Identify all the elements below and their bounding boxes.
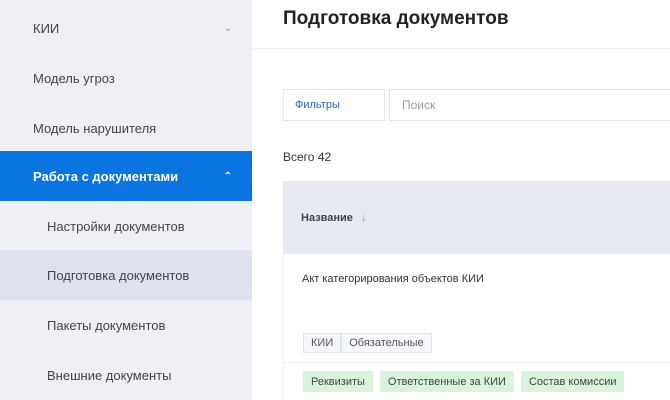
section-tags: Реквизиты Ответственные за КИИ Состав ко… xyxy=(303,371,625,392)
sidebar-item-label: Настройки документов xyxy=(47,218,185,234)
column-label: Название xyxy=(301,211,353,224)
sidebar-item-threat-model[interactable]: Модель угроз xyxy=(0,53,252,103)
divider xyxy=(283,362,670,363)
divider xyxy=(283,254,284,400)
section-tag[interactable]: Ответственные за КИИ xyxy=(379,371,514,392)
sidebar-item-label: Внешние документы xyxy=(47,367,172,383)
sidebar-item-label: Модель нарушителя xyxy=(33,120,157,136)
tag: КИИ xyxy=(303,333,342,353)
sidebar-item-label: Подготовка документов xyxy=(47,267,190,283)
chevron-down-icon: ⌄ xyxy=(223,22,232,34)
main-content: Подготовка документов Фильтры Поиск Всег… xyxy=(252,0,670,400)
sidebar-item-label: КИИ xyxy=(33,20,60,36)
section-tag[interactable]: Состав комиссии xyxy=(520,371,625,392)
document-tags: КИИ Обязательные xyxy=(303,333,432,353)
sidebar: КИИ ⌄ Модель угроз Модель нарушителя Рабо… xyxy=(0,0,252,400)
chevron-up-icon: ⌃ xyxy=(223,170,232,182)
column-header-name[interactable]: Название ↓ xyxy=(283,181,670,254)
sidebar-item-intruder-model[interactable]: Модель нарушителя xyxy=(0,103,252,153)
total-count: Всего 42 xyxy=(283,150,332,164)
filters-button[interactable]: Фильтры xyxy=(283,89,385,121)
sidebar-item-documents[interactable]: Работа с документами ⌃ xyxy=(0,151,252,201)
sort-arrow-icon: ↓ xyxy=(360,211,367,224)
page-title: Подготовка документов xyxy=(283,8,509,29)
sidebar-item-document-packages[interactable]: Пакеты документов xyxy=(0,300,252,350)
sidebar-item-label: Работа с документами xyxy=(33,168,179,184)
sidebar-item-document-preparation[interactable]: Подготовка документов xyxy=(0,250,252,300)
divider xyxy=(252,48,670,49)
sidebar-item-document-settings[interactable]: Настройки документов xyxy=(0,201,252,251)
sidebar-item-external-documents[interactable]: Внешние документы xyxy=(0,350,252,400)
tag: Обязательные xyxy=(341,333,432,353)
sidebar-item-label: Пакеты документов xyxy=(47,317,166,333)
document-name[interactable]: Акт категорирования объектов КИИ xyxy=(302,273,484,285)
sidebar-item-label: Модель угроз xyxy=(33,70,115,86)
sidebar-item-kii[interactable]: КИИ ⌄ xyxy=(0,3,252,53)
search-input[interactable]: Поиск xyxy=(389,89,670,121)
section-tag[interactable]: Реквизиты xyxy=(303,371,373,392)
